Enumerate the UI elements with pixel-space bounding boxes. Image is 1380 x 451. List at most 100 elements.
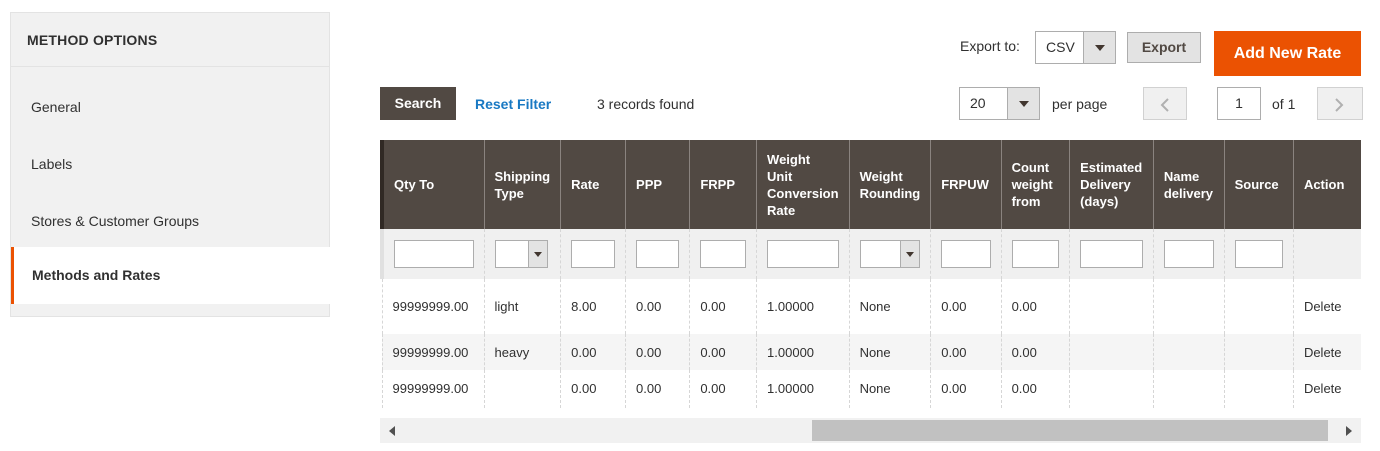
chevron-down-icon xyxy=(1007,88,1039,119)
export-button[interactable]: Export xyxy=(1127,32,1201,63)
cell-weight-conversion: 1.00000 xyxy=(756,279,850,334)
chevron-down-icon xyxy=(900,241,920,267)
filter-frpuw-input[interactable] xyxy=(941,240,991,268)
cell-weight-rounding: None xyxy=(848,279,931,334)
search-button[interactable]: Search xyxy=(380,87,456,120)
per-page-select[interactable]: 20 xyxy=(959,87,1040,120)
per-page-label: per page xyxy=(1052,96,1108,112)
delete-link[interactable]: Delete xyxy=(1292,370,1361,408)
cell-count-weight: 0.00 xyxy=(1000,334,1070,370)
filter-cell xyxy=(560,229,626,279)
filter-shipping-type-select[interactable] xyxy=(494,240,548,268)
filter-estimated-delivery-input[interactable] xyxy=(1080,240,1143,268)
column-header[interactable]: Qty To xyxy=(380,140,485,229)
sidebar-title: METHOD OPTIONS xyxy=(11,13,329,67)
column-header[interactable]: Count weight from xyxy=(1000,140,1070,229)
filter-source-input[interactable] xyxy=(1234,240,1283,268)
cell-estimated-delivery xyxy=(1069,334,1154,370)
cell-ppp: 0.00 xyxy=(625,370,690,408)
chevron-down-icon xyxy=(527,241,547,267)
column-header[interactable]: Rate xyxy=(560,140,626,229)
column-header[interactable]: PPP xyxy=(625,140,690,229)
cell-name-delivery xyxy=(1152,279,1225,334)
cell-frpuw: 0.00 xyxy=(930,279,1002,334)
scroll-right-arrow-icon[interactable] xyxy=(1346,426,1352,436)
cell-frpuw: 0.00 xyxy=(930,370,1002,408)
column-header[interactable]: Shipping Type xyxy=(483,140,561,229)
cell-source xyxy=(1223,334,1294,370)
filter-cell xyxy=(1223,229,1294,279)
chevron-right-icon xyxy=(1335,98,1344,112)
filter-name-delivery-input[interactable] xyxy=(1163,240,1214,268)
chevron-down-icon xyxy=(1083,32,1115,63)
cell-source xyxy=(1223,370,1294,408)
sidebar-item-labels[interactable]: Labels xyxy=(11,136,331,193)
filter-frpp-input[interactable] xyxy=(700,240,747,268)
column-header: Action xyxy=(1292,140,1361,229)
filter-cell xyxy=(756,229,850,279)
scrollbar-thumb[interactable] xyxy=(812,420,1328,441)
sidebar-item-general[interactable]: General xyxy=(11,79,331,136)
table-row: 99999999.00 light 8.00 0.00 0.00 1.00000… xyxy=(381,279,1361,334)
horizontal-scrollbar[interactable] xyxy=(380,418,1361,443)
records-found: 3 records found xyxy=(597,96,695,112)
cell-weight-conversion: 1.00000 xyxy=(756,334,850,370)
filter-ppp-input[interactable] xyxy=(636,240,680,268)
cell-shipping-type: light xyxy=(483,279,561,334)
delete-link[interactable]: Delete xyxy=(1292,334,1361,370)
current-page-input[interactable]: 1 xyxy=(1217,87,1261,120)
reset-filter-link[interactable]: Reset Filter xyxy=(475,96,551,112)
delete-link[interactable]: Delete xyxy=(1292,279,1361,334)
filter-cell xyxy=(380,229,485,279)
method-options-sidebar: METHOD OPTIONS General Labels Stores & C… xyxy=(10,12,331,317)
cell-estimated-delivery xyxy=(1069,370,1154,408)
filter-row xyxy=(380,229,1361,279)
filter-cell xyxy=(848,229,931,279)
per-page-value: 20 xyxy=(970,95,986,111)
cell-ppp: 0.00 xyxy=(625,279,690,334)
filter-cell xyxy=(625,229,690,279)
cell-count-weight: 0.00 xyxy=(1000,279,1070,334)
chevron-left-icon xyxy=(1160,98,1169,112)
sidebar-item-stores-customer-groups[interactable]: Stores & Customer Groups xyxy=(11,193,331,250)
next-page-button[interactable] xyxy=(1317,87,1363,120)
filter-cell xyxy=(689,229,757,279)
column-header[interactable]: Name delivery xyxy=(1152,140,1225,229)
add-new-rate-button[interactable]: Add New Rate xyxy=(1214,31,1361,76)
column-header[interactable]: FRPP xyxy=(689,140,757,229)
previous-page-button[interactable] xyxy=(1143,87,1187,120)
column-header[interactable]: Estimated Delivery (days) xyxy=(1069,140,1154,229)
column-header[interactable]: FRPUW xyxy=(930,140,1002,229)
cell-shipping-type xyxy=(483,370,561,408)
column-header[interactable]: Weight Unit Conversion Rate xyxy=(756,140,850,229)
cell-shipping-type: heavy xyxy=(483,334,561,370)
cell-frpp: 0.00 xyxy=(689,279,757,334)
cell-qty-to: 99999999.00 xyxy=(381,334,485,370)
filter-cell xyxy=(1152,229,1225,279)
filter-count-weight-input[interactable] xyxy=(1011,240,1060,268)
cell-rate: 0.00 xyxy=(560,370,626,408)
cell-frpuw: 0.00 xyxy=(930,334,1002,370)
export-to-label: Export to: xyxy=(960,38,1020,54)
column-header[interactable]: Weight Rounding xyxy=(848,140,931,229)
column-header[interactable]: Source xyxy=(1223,140,1294,229)
cell-weight-conversion: 1.00000 xyxy=(756,370,850,408)
table-header-row: Qty To Shipping Type Rate PPP FRPP Weigh… xyxy=(380,140,1361,229)
filter-qty-to-input[interactable] xyxy=(394,240,474,268)
cell-weight-rounding: None xyxy=(848,334,931,370)
export-format-select[interactable]: CSV xyxy=(1035,31,1116,64)
cell-qty-to: 99999999.00 xyxy=(381,279,485,334)
scroll-left-arrow-icon[interactable] xyxy=(389,426,395,436)
cell-frpp: 0.00 xyxy=(689,334,757,370)
cell-weight-rounding: None xyxy=(848,370,931,408)
table-row: 99999999.00 0.00 0.00 0.00 1.00000 None … xyxy=(381,370,1361,408)
filter-weight-conversion-input[interactable] xyxy=(767,240,839,268)
page-total: of 1 xyxy=(1272,96,1296,112)
cell-count-weight: 0.00 xyxy=(1000,370,1070,408)
rates-grid: Qty To Shipping Type Rate PPP FRPP Weigh… xyxy=(380,140,1361,408)
sidebar-item-methods-and-rates[interactable]: Methods and Rates xyxy=(11,247,331,304)
filter-weight-rounding-select[interactable] xyxy=(859,240,921,268)
cell-qty-to: 99999999.00 xyxy=(381,370,485,408)
rates-table: Qty To Shipping Type Rate PPP FRPP Weigh… xyxy=(380,140,1361,408)
filter-rate-input[interactable] xyxy=(571,240,616,268)
